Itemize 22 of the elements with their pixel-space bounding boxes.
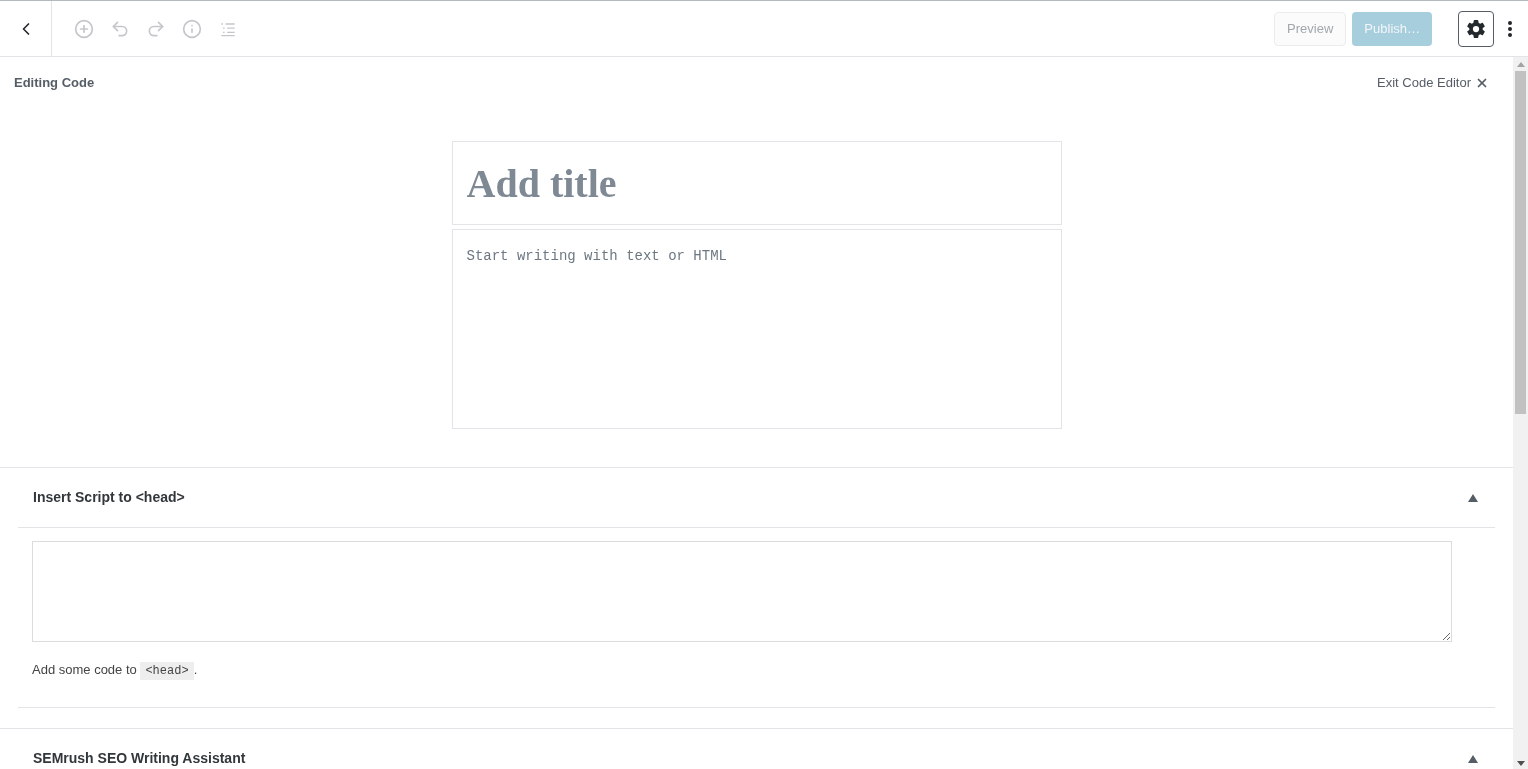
scrollbar[interactable] — [1513, 57, 1528, 769]
title-field[interactable]: Add title — [451, 141, 1062, 225]
close-icon — [1475, 76, 1489, 90]
content-field[interactable]: Start writing with text or HTML — [451, 229, 1062, 429]
exit-code-editor-button[interactable]: Exit Code Editor — [1377, 73, 1489, 93]
editing-code-label: Editing Code — [14, 74, 95, 93]
help-text: Add some code to <head> . — [32, 661, 199, 680]
more-vertical-icon — [1508, 20, 1512, 37]
collapse-arrow-icon — [1468, 493, 1478, 502]
redo-icon — [146, 18, 166, 39]
script-field[interactable] — [32, 541, 1452, 642]
gear-icon — [1466, 18, 1486, 39]
collapse-arrow-icon — [1468, 754, 1478, 763]
scrollbar-thumb[interactable] — [1515, 71, 1526, 414]
info-icon — [182, 18, 202, 39]
panel-header[interactable]: SEMrush SEO Writing Assistant — [18, 729, 1495, 769]
scroll-down-icon[interactable] — [1516, 761, 1525, 766]
add-icon — [74, 18, 94, 39]
undo-icon — [110, 18, 130, 39]
settings-button[interactable] — [1458, 10, 1494, 47]
panel-header[interactable]: Insert Script to <head> — [18, 468, 1495, 528]
scroll-up-icon[interactable] — [1516, 62, 1525, 67]
